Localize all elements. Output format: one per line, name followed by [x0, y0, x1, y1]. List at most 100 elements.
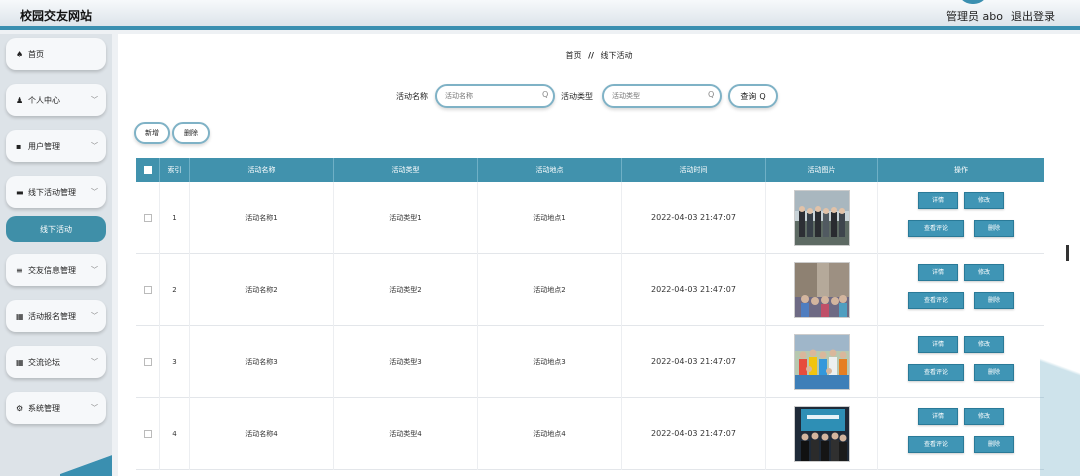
cell-operations: 详情 修改 查看评论 删除	[878, 326, 1044, 398]
cell-activity-image	[766, 182, 878, 254]
sidebar: ♠ 首页 ♟ 个人中心 ﹀ ▪ 用户管理 ﹀ ▬ 线下活动管理 ﹀ 线下活动 ≡…	[0, 34, 112, 476]
add-button[interactable]: 新增	[134, 122, 170, 144]
grid-icon: ▦	[16, 357, 24, 367]
cell-activity-time: 2022-04-03 21:47:07	[622, 182, 766, 254]
header-checkbox-cell	[136, 158, 160, 182]
batch-delete-button[interactable]: 删除	[172, 122, 210, 144]
sidebar-item-label: 交流论坛	[28, 357, 60, 367]
cell-activity-type: 活动类型4	[334, 398, 478, 470]
cell-activity-place: 活动地点4	[478, 398, 622, 470]
sidebar-subitem-offline-activity[interactable]: 线下活动	[6, 216, 106, 242]
cell-index: 4	[160, 398, 190, 470]
row-checkbox[interactable]	[144, 358, 152, 366]
breadcrumb-current: 线下活动	[600, 51, 633, 60]
activity-photo-image	[795, 191, 849, 245]
scrollbar-thumb[interactable]	[1066, 245, 1069, 261]
user-icon: ♟	[16, 95, 24, 105]
breadcrumb-home[interactable]: 首页	[566, 51, 582, 60]
table-row: 2 活动名称2 活动类型2 活动地点2 2022-04-03 21:47:07	[136, 254, 1044, 326]
table-header: 索引 活动名称 活动类型 活动地点 活动时间 活动图片 操作	[136, 158, 1044, 182]
settings-icon: ⚙	[16, 403, 24, 413]
site-title: 校园交友网站	[20, 9, 93, 23]
view-comments-button[interactable]: 查看评论	[908, 436, 964, 453]
search-icon: Q	[759, 91, 766, 101]
logout-button[interactable]: 退出登录	[1011, 8, 1055, 24]
activity-photo[interactable]	[794, 190, 850, 246]
header-activity-place: 活动地点	[478, 158, 622, 182]
sidebar-item-activity-signup-management[interactable]: ▦ 活动报名管理 ﹀	[6, 300, 106, 332]
activity-photo-image	[795, 407, 849, 461]
sidebar-item-personal-center[interactable]: ♟ 个人中心 ﹀	[6, 84, 106, 116]
avatar[interactable]	[958, 0, 988, 4]
row-checkbox-cell	[136, 398, 160, 470]
sidebar-item-forum[interactable]: ▦ 交流论坛 ﹀	[6, 346, 106, 378]
admin-label: 管理员 abo	[946, 10, 1003, 23]
cell-activity-name: 活动名称1	[190, 182, 334, 254]
cell-activity-name: 活动名称3	[190, 326, 334, 398]
sidebar-item-home[interactable]: ♠ 首页	[6, 38, 106, 70]
sidebar-item-label: 线下活动管理	[28, 187, 76, 197]
cell-activity-image	[766, 254, 878, 326]
cell-activity-time: 2022-04-03 21:47:07	[622, 326, 766, 398]
cell-operations: 详情 修改 查看评论 删除	[878, 182, 1044, 254]
cell-activity-image	[766, 326, 878, 398]
chevron-down-icon: ﹀	[91, 358, 98, 366]
cell-activity-image	[766, 398, 878, 470]
top-bar: 校园交友网站 管理员 abo 退出登录	[0, 0, 1080, 30]
cell-activity-place: 活动地点2	[478, 254, 622, 326]
table-row: 4 活动名称4 活动类型4 活动地点4 2022-04-03 21:47:07	[136, 398, 1044, 470]
sidebar-item-system-management[interactable]: ⚙ 系统管理 ﹀	[6, 392, 106, 424]
activity-type-input[interactable]	[602, 84, 722, 108]
sidebar-item-label: 交友信息管理	[28, 265, 76, 275]
table-row: 3 活动名称3 活动类型3 活动地点3 2022-04-03 21:47:07	[136, 326, 1044, 398]
cell-activity-place: 活动地点3	[478, 326, 622, 398]
search-bar: 活动名称 Q 活动类型 Q 查询 Q	[118, 84, 1080, 108]
chevron-down-icon: ﹀	[91, 96, 98, 104]
activity-icon: ▬	[16, 187, 24, 197]
home-icon: ♠	[16, 49, 24, 59]
search-icon: Q	[542, 90, 549, 99]
activity-photo[interactable]	[794, 406, 850, 462]
delete-button[interactable]: 删除	[974, 436, 1014, 453]
row-checkbox[interactable]	[144, 214, 152, 222]
row-checkbox-cell	[136, 326, 160, 398]
activity-photo[interactable]	[794, 334, 850, 390]
row-checkbox[interactable]	[144, 430, 152, 438]
activity-photo[interactable]	[794, 262, 850, 318]
sidebar-item-offline-activity-management[interactable]: ▬ 线下活动管理 ﹀	[6, 176, 106, 208]
view-comments-button[interactable]: 查看评论	[908, 292, 964, 309]
select-all-checkbox[interactable]	[144, 166, 152, 174]
sidebar-decoration	[60, 448, 112, 476]
row-checkbox[interactable]	[144, 286, 152, 294]
chevron-down-icon: ﹀	[91, 188, 98, 196]
activity-name-input[interactable]	[435, 84, 555, 108]
sidebar-item-dating-info-management[interactable]: ≡ 交友信息管理 ﹀	[6, 254, 106, 286]
view-comments-button[interactable]: 查看评论	[908, 220, 964, 237]
cell-activity-type: 活动类型2	[334, 254, 478, 326]
chevron-down-icon: ﹀	[91, 266, 98, 274]
sidebar-item-label: 首页	[28, 49, 44, 59]
header-operations: 操作	[954, 166, 968, 174]
delete-button[interactable]: 删除	[974, 292, 1014, 309]
header-activity-image: 活动图片	[766, 158, 878, 182]
cell-activity-name: 活动名称2	[190, 254, 334, 326]
header-index: 索引	[160, 158, 190, 182]
delete-button[interactable]: 删除	[974, 220, 1014, 237]
cell-index: 2	[160, 254, 190, 326]
sidebar-item-user-management[interactable]: ▪ 用户管理 ﹀	[6, 130, 106, 162]
list-icon: ≡	[16, 265, 23, 275]
cell-activity-type: 活动类型3	[334, 326, 478, 398]
view-comments-label: 查看评论	[923, 440, 948, 448]
delete-button[interactable]: 删除	[974, 364, 1014, 381]
query-button[interactable]: 查询 Q	[728, 84, 778, 108]
chevron-down-icon: ﹀	[91, 312, 98, 320]
activity-name-label: 活动名称	[396, 92, 428, 101]
sidebar-item-label: 用户管理	[28, 141, 60, 151]
row-checkbox-cell	[136, 182, 160, 254]
view-comments-button[interactable]: 查看评论	[908, 364, 964, 381]
header-activity-name: 活动名称	[190, 158, 334, 182]
row-checkbox-cell	[136, 254, 160, 326]
user-manage-icon: ▪	[16, 141, 22, 151]
right-decoration	[1040, 184, 1080, 476]
sidebar-item-label: 活动报名管理	[28, 311, 76, 321]
